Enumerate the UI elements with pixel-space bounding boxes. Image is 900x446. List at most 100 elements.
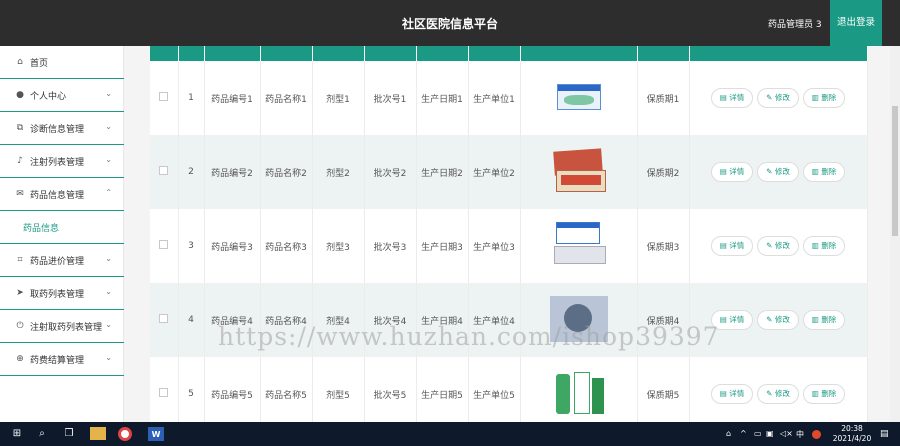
crop-icon: ⌗ [17,255,23,265]
volume-icon[interactable]: ◁× [780,429,793,438]
edit-icon: ✎ [766,315,775,324]
input-language-label[interactable]: 中 [796,429,804,440]
row-checkbox[interactable] [159,166,169,175]
edit-button[interactable]: ✎ 修改 [757,88,799,108]
row-checkbox[interactable] [159,240,169,249]
mail-icon: ✉ [16,189,24,199]
table-row: 2 药品编号2 药品名称2 剂型2 批次号2 生产日期2 生产单位2 保质期2 ▤ 详情 ✎ 修改… [150,135,868,209]
delete-button[interactable]: ▥ 删除 [803,384,845,404]
row-checkbox[interactable] [159,92,169,101]
production-date-cell: 生产日期2 [416,135,469,209]
delete-button[interactable]: ▥ 删除 [803,310,845,330]
taskbar-clock[interactable]: 20:38 2021/4/20 [830,424,874,444]
delete-button[interactable]: ▥ 删除 [803,88,845,108]
document-icon: ▤ [719,167,730,176]
edit-icon: ✎ [766,167,775,176]
sidebar-item-personal-center[interactable]: ● 个人中心 ⌄ [0,79,124,112]
delete-button-label: 删除 [821,389,837,398]
sidebar-item-home[interactable]: ⌂ 首页 [0,46,124,79]
drug-image [550,370,608,416]
logout-button[interactable]: 退出登录 [830,0,882,46]
column-header [204,46,261,61]
clock-time: 20:38 [841,424,863,433]
edit-button[interactable]: ✎ 修改 [757,384,799,404]
document-icon: ▤ [719,241,730,250]
sidebar-item-label: 取药列表管理 [30,289,85,300]
expiry-cell: 保质期2 [637,135,690,209]
delete-button[interactable]: ▥ 删除 [803,162,845,182]
page-scrollbar[interactable] [890,46,900,422]
sidebar-item-injection-pickup[interactable]: ⏻ 注射取药列表管理 ⌄ [0,310,124,343]
drug-name-cell: 药品名称5 [260,357,313,422]
drug-code-cell: 药品编号3 [204,209,261,283]
row-checkbox-cell [150,283,179,357]
tray-arrow-icon[interactable]: ^ [740,429,747,438]
row-checkbox-cell [150,135,179,209]
search-icon[interactable]: ⌕ [33,426,51,442]
drug-image [550,147,608,194]
network-icon[interactable]: ⌂ [726,429,731,438]
batch-number-cell: 批次号2 [364,135,417,209]
user-icon: ● [16,90,24,100]
power-icon: ⏻ [16,321,24,331]
notification-icon[interactable]: ▤ [880,429,889,439]
sidebar-item-label: 药费结算管理 [30,355,85,366]
row-checkbox-cell [150,357,179,422]
detail-button[interactable]: ▤ 详情 [711,384,753,404]
batch-number-cell: 批次号5 [364,357,417,422]
file-explorer-icon[interactable] [90,427,106,440]
dosage-form-cell: 剂型1 [312,61,365,135]
table-row: 5 药品编号5 药品名称5 剂型5 批次号5 生产日期5 生产单位5 保质期5 ▤ 详情 ✎ 修改… [150,357,868,422]
expiry-cell: 保质期1 [637,61,690,135]
drug-image-cell [520,61,638,135]
column-header [689,46,868,61]
detail-button[interactable]: ▤ 详情 [711,88,753,108]
taskbar: ⊞ ⌕ ❒ W ⌂ ^ ▭ ▣ ◁× 中 20:38 2021/4/20 ▤ [0,422,900,446]
chevron-down-icon: ⌄ [105,89,112,98]
edit-button[interactable]: ✎ 修改 [757,236,799,256]
edit-icon: ✎ [766,389,775,398]
row-checkbox[interactable] [159,314,169,323]
header-checkbox-cell[interactable] [150,46,179,61]
sidebar-item-injection[interactable]: ♪ 注射列表管理 ⌄ [0,145,124,178]
monitor-icon[interactable]: ▣ [766,429,774,438]
column-header [468,46,521,61]
edit-button[interactable]: ✎ 修改 [757,310,799,330]
drug-image [550,74,608,120]
sidebar-item-label: 诊断信息管理 [30,124,85,135]
sidebar-item-diagnosis[interactable]: ⧉ 诊断信息管理 ⌄ [0,112,124,145]
main-content: 1 药品编号1 药品名称1 剂型1 批次号1 生产日期1 生产单位1 保质期1 ▤ 详情 ✎ 修改… [124,46,890,422]
column-header [520,46,638,61]
edit-button-label: 修改 [774,315,790,324]
sidebar-subitem-drug-info[interactable]: 药品信息 [0,211,124,244]
dosage-form-cell: 剂型2 [312,135,365,209]
detail-button[interactable]: ▤ 详情 [711,162,753,182]
document-icon: ▤ [719,315,730,324]
delete-button[interactable]: ▥ 删除 [803,236,845,256]
sidebar-item-drug-info[interactable]: ✉ 药品信息管理 ⌃ [0,178,124,211]
edit-button-label: 修改 [774,167,790,176]
sidebar-item-label: 药品信息管理 [30,190,85,201]
windows-start-icon[interactable]: ⊞ [8,426,26,442]
word-icon[interactable]: W [148,427,164,441]
task-view-icon[interactable]: ❒ [60,426,78,442]
detail-button[interactable]: ▤ 详情 [711,236,753,256]
home-icon: ⌂ [17,57,23,67]
actions-cell: ▤ 详情 ✎ 修改 ▥ 删除 [689,135,868,209]
row-checkbox[interactable] [159,388,169,397]
chrome-icon[interactable] [118,427,132,441]
column-header [364,46,417,61]
edit-button[interactable]: ✎ 修改 [757,162,799,182]
display-icon[interactable]: ▭ [754,429,762,438]
scrollbar-thumb[interactable] [892,106,898,236]
row-checkbox-cell [150,209,179,283]
sidebar-item-fee-settlement[interactable]: ⊕ 药费结算管理 ⌄ [0,343,124,376]
security-app-icon[interactable] [812,430,821,439]
detail-button-label: 详情 [729,167,745,176]
detail-button-label: 详情 [729,389,745,398]
row-index: 4 [178,283,205,357]
sidebar-item-drug-price[interactable]: ⌗ 药品进价管理 ⌄ [0,244,124,277]
trash-icon: ▥ [811,167,822,176]
sidebar-item-pickup-list[interactable]: ➤ 取药列表管理 ⌄ [0,277,124,310]
table-row: 3 药品编号3 药品名称3 剂型3 批次号3 生产日期3 生产单位3 保质期3 ▤ 详情 ✎ 修改… [150,209,868,283]
